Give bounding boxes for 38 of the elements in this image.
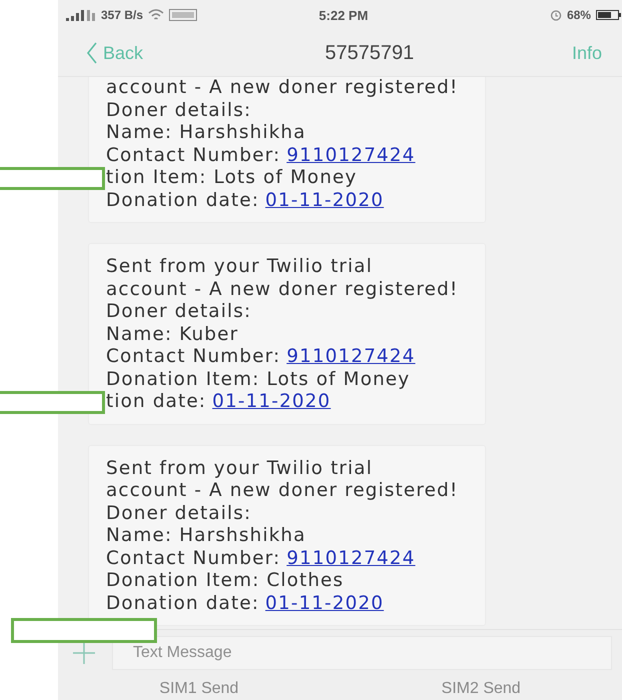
message-text: Doner details: [106, 100, 252, 122]
message-text: tion Item: Lots of Money [106, 167, 358, 190]
chevron-left-icon [86, 42, 98, 64]
battery-icon [596, 9, 622, 21]
message-text: Contact Number: [106, 548, 281, 570]
message-text: Doner details: [106, 301, 252, 324]
message-input[interactable]: Text Message [112, 636, 612, 670]
wifi-icon [148, 9, 164, 21]
message-link[interactable]: 01-11-2020 [212, 391, 331, 414]
message-link[interactable]: 9110127424 [286, 346, 416, 368]
message-text: Doner details: [106, 502, 252, 525]
message-link[interactable]: 01-11-2020 [265, 190, 384, 212]
message-text: Contact Number: [106, 144, 281, 167]
message-text: Name: Harshshikha [106, 525, 306, 548]
message-text: Name: Harshshikha [106, 122, 306, 144]
network-speed: 357 B/s [101, 8, 144, 22]
message-text: Donation Item: Clothes [106, 570, 344, 592]
message-link[interactable]: 9110127424 [286, 144, 416, 167]
message-text: Name: Kuber [106, 324, 238, 346]
message-text: account - A new doner registered! [106, 480, 458, 502]
message-text: Donation date: [106, 190, 260, 212]
message-text: account - A new doner registered! [106, 278, 458, 301]
volte-icon [169, 9, 198, 21]
plus-icon [72, 641, 96, 665]
alarm-icon [550, 9, 562, 21]
message-link[interactable]: 9110127424 [286, 548, 416, 570]
message-text: account - A new doner registered! [106, 77, 458, 100]
conversation-title: 57575791 [325, 42, 414, 64]
message-text: Contact Number: [106, 346, 281, 368]
message-text: tion date: [106, 391, 206, 414]
message-text: Donation Item: Lots of Money [106, 368, 410, 391]
message-text: Sent from your Twilio trial [106, 458, 373, 480]
message-text: Donation date: [106, 592, 260, 615]
battery-percent: 68% [566, 8, 591, 22]
clock: 5:22 PM [318, 8, 368, 22]
message-link[interactable]: 01-11-2020 [265, 592, 384, 615]
message-text: Sent from your Twilio trial [106, 256, 373, 278]
signal-icon [66, 9, 96, 21]
